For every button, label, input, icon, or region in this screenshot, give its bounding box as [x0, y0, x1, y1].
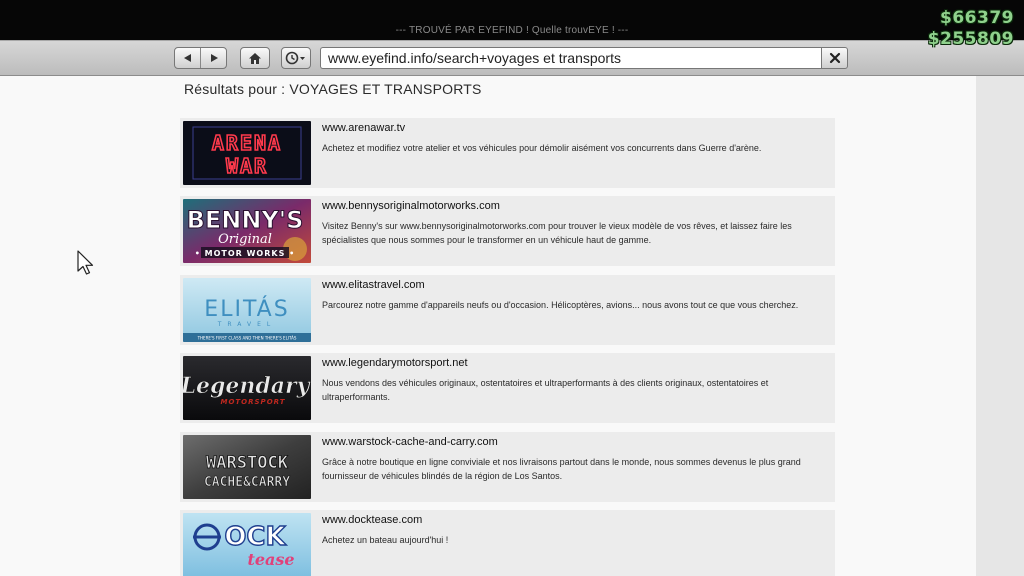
svg-text:CACHE&CARRY: CACHE&CARRY: [204, 475, 290, 490]
home-icon: [249, 52, 261, 64]
home-button-group: [240, 47, 270, 69]
search-result[interactable]: WARSTOCK CACHE&CARRY www.warstock-cache-…: [180, 432, 835, 502]
browser-toolbar: www.eyefind.info/search+voyages et trans…: [0, 40, 1024, 76]
search-result[interactable]: ARENA WAR www.arenawar.tv Achetez et mod…: [180, 118, 835, 188]
home-button[interactable]: [241, 48, 269, 68]
top-bar: --- TROUVÉ PAR EYEFIND ! Quelle trouvEYE…: [0, 0, 1024, 40]
docktease-logo[interactable]: OCK tease: [183, 513, 311, 576]
svg-text:ELITÁS: ELITÁS: [204, 296, 289, 322]
cash-balance: $66379: [940, 8, 1014, 28]
result-url[interactable]: www.docktease.com: [322, 514, 422, 526]
close-icon: [829, 52, 840, 64]
svg-text:OCK: OCK: [224, 522, 286, 552]
forward-button[interactable]: [200, 48, 226, 68]
back-arrow-icon: [183, 54, 191, 62]
result-url[interactable]: www.legendarymotorsport.net: [322, 357, 468, 369]
svg-text:Legendary: Legendary: [183, 373, 311, 399]
svg-text:ARENA: ARENA: [212, 131, 282, 155]
result-description: Nous vendons des véhicules originaux, os…: [322, 378, 769, 402]
svg-text:Original: Original: [218, 232, 272, 247]
svg-text:THERE'S FIRST CLASS AND THEN T: THERE'S FIRST CLASS AND THEN THERE'S ELI…: [197, 336, 297, 341]
result-url[interactable]: www.elitastravel.com: [322, 279, 425, 291]
warstock-logo[interactable]: WARSTOCK CACHE&CARRY: [183, 435, 311, 499]
result-description: Visitez Benny's sur www.bennysoriginalmo…: [322, 221, 792, 245]
clear-address-button[interactable]: [821, 47, 848, 69]
page-content: Résultats pour : VOYAGES ET TRANSPORTS A…: [0, 76, 976, 576]
arenawar-logo[interactable]: ARENA WAR: [183, 121, 311, 185]
svg-text:tease: tease: [247, 550, 294, 569]
forward-arrow-icon: [210, 54, 218, 62]
result-description: Achetez un bateau aujourd'hui !: [322, 535, 449, 545]
legendary-logo[interactable]: Legendary MOTORSPORT: [183, 356, 311, 420]
back-button[interactable]: [175, 48, 200, 68]
results-heading: Résultats pour : VOYAGES ET TRANSPORTS: [184, 81, 482, 97]
svg-text:WARSTOCK: WARSTOCK: [206, 453, 289, 473]
svg-text:MOTORSPORT: MOTORSPORT: [220, 398, 285, 406]
bennys-logo[interactable]: BENNY'S Original • MOTOR WORKS •: [183, 199, 311, 263]
search-result[interactable]: Legendary MOTORSPORT www.legendarymotors…: [180, 353, 835, 423]
scrollbar[interactable]: [976, 76, 1024, 576]
mouse-cursor-icon: [77, 250, 94, 275]
result-description: Achetez et modifiez votre atelier et vos…: [322, 143, 762, 153]
clock-icon: [285, 51, 305, 65]
history-button-group: [281, 47, 311, 69]
result-url[interactable]: www.warstock-cache-and-carry.com: [322, 436, 498, 448]
svg-text:TRAVEL: TRAVEL: [217, 321, 277, 328]
result-description: Parcourez notre gamme d'appareils neufs …: [322, 300, 799, 310]
result-url[interactable]: www.arenawar.tv: [322, 122, 405, 134]
history-button[interactable]: [282, 48, 310, 68]
bank-balance: $255809: [927, 29, 1014, 49]
search-result[interactable]: BENNY'S Original • MOTOR WORKS • www.ben…: [180, 196, 835, 266]
search-result[interactable]: ELITÁS TRAVEL THERE'S FIRST CLASS AND TH…: [180, 275, 835, 345]
svg-text:• MOTOR WORKS •: • MOTOR WORKS •: [195, 249, 296, 258]
result-description: Grâce à notre boutique en ligne convivia…: [322, 457, 801, 481]
search-result[interactable]: OCK tease www.docktease.com Achetez un b…: [180, 510, 835, 576]
window-title: --- TROUVÉ PAR EYEFIND ! Quelle trouvEYE…: [395, 25, 629, 36]
nav-buttons: [174, 47, 227, 69]
elitas-logo[interactable]: ELITÁS TRAVEL THERE'S FIRST CLASS AND TH…: [183, 278, 311, 342]
svg-text:BENNY'S: BENNY'S: [187, 206, 304, 234]
address-bar[interactable]: www.eyefind.info/search+voyages et trans…: [320, 47, 822, 69]
result-url[interactable]: www.bennysoriginalmotorworks.com: [322, 200, 500, 212]
svg-text:WAR: WAR: [226, 154, 268, 178]
